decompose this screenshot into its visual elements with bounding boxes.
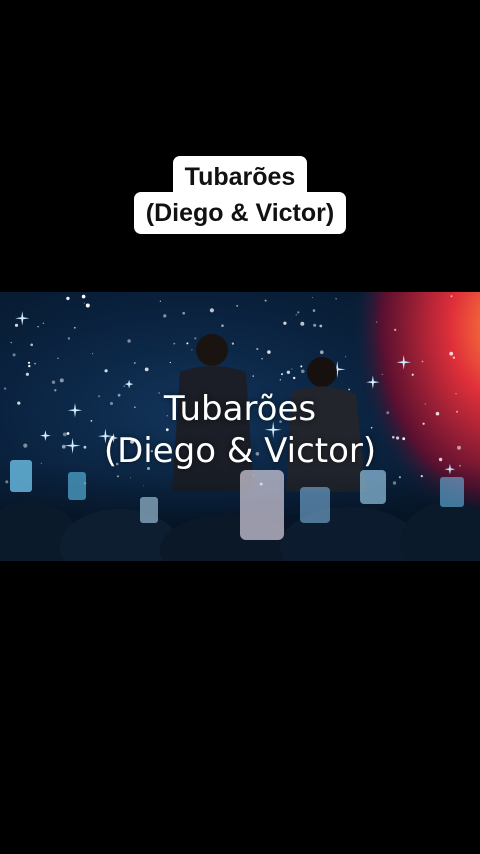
star [123,385,125,387]
star [300,321,305,326]
star [312,309,316,312]
star [236,305,239,307]
star [221,324,224,327]
star [313,323,317,327]
star [85,303,90,308]
star [279,379,281,381]
star [67,337,71,340]
video-player[interactable]: Tubarões (Diego & Victor) [0,292,480,561]
video-overlay-title: Tubarões (Diego & Victor) [0,388,480,472]
star [411,373,414,376]
star [27,361,31,364]
star [133,362,136,364]
star [169,361,171,364]
star [335,298,337,300]
star [450,295,453,298]
star [319,324,323,328]
star [173,342,176,345]
star [286,370,291,374]
star [381,373,383,375]
star [421,360,424,363]
star [293,376,296,380]
star [59,378,64,383]
star [209,308,214,313]
star [295,314,297,316]
star [83,302,85,304]
star [320,350,324,354]
star [252,375,254,377]
star [291,368,293,370]
star [12,353,16,357]
overlay-line-1: Tubarões [163,389,317,429]
star [264,299,267,302]
star [345,356,347,358]
star [256,347,259,351]
star [57,357,59,359]
star [394,328,397,331]
star [10,341,12,344]
star [375,321,378,323]
star [104,369,108,373]
star [163,314,167,318]
star [51,380,56,384]
star [37,326,39,328]
star [28,364,31,368]
star [25,372,29,376]
caption-line-2: (Diego & Victor) [133,192,347,234]
star [283,321,287,325]
star [267,350,271,354]
star [191,349,193,351]
star [81,294,86,299]
star [42,322,45,324]
star [301,369,305,374]
star [194,337,197,340]
star [281,373,283,376]
star [300,365,303,368]
star [186,342,189,345]
star [449,351,454,356]
star [231,342,234,345]
star [182,311,185,315]
sparkle [15,311,30,326]
star [34,362,36,365]
star [66,296,70,301]
star [14,323,19,327]
star [73,326,76,329]
caption-sticker: Tubarões (Diego & Victor) [0,156,480,234]
star [30,343,33,347]
star [144,367,149,372]
star [159,300,161,302]
overlay-line-2: (Diego & Victor) [103,431,377,471]
star [92,353,94,355]
video-screen[interactable]: { "caption": { "line1": "Tubarões", "lin… [0,0,480,854]
star [452,356,456,359]
star [261,358,263,360]
star [312,297,314,298]
star [297,311,300,314]
star [127,339,131,343]
